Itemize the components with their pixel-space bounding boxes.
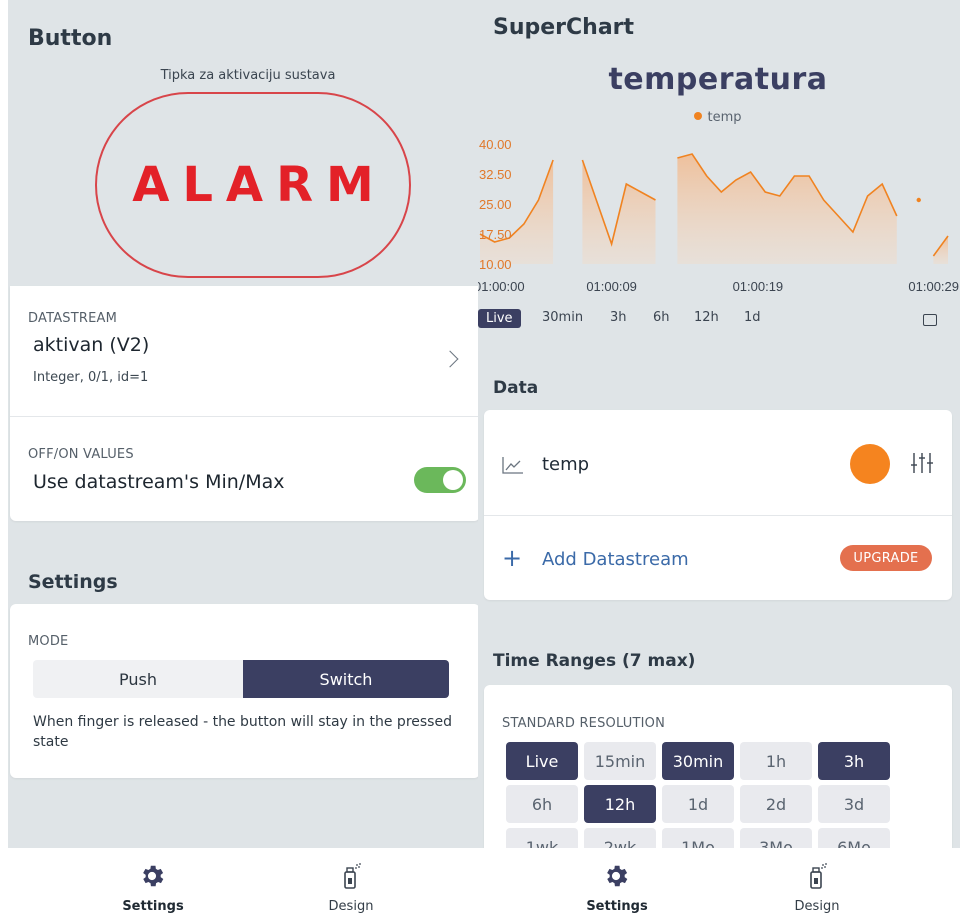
datastream-value: aktivan (V2) — [33, 334, 150, 356]
legend-swatch — [694, 112, 703, 120]
y-tick-label: 10.00 — [479, 257, 512, 272]
settings-title: Settings — [28, 571, 118, 593]
tab-settings-label: Settings — [586, 899, 648, 914]
add-datastream-label: Add Datastream — [542, 549, 689, 570]
gear-icon — [607, 865, 628, 887]
time-ranges-title: Time Ranges (7 max) — [493, 651, 696, 671]
offon-value: Use datastream's Min/Max — [33, 471, 285, 493]
toggle-knob — [443, 470, 463, 490]
minmax-toggle[interactable] — [414, 467, 466, 493]
offon-label: OFF/ON VALUES — [28, 447, 134, 462]
range-tab-live[interactable]: Live — [478, 309, 521, 328]
x-tick-label: 01:00:09 — [586, 279, 637, 294]
page-title: SuperChart — [493, 15, 635, 40]
datastream-row[interactable]: DATASTREAM aktivan (V2) Integer, 0/1, id… — [10, 286, 480, 416]
time-range-chip[interactable]: 12h — [584, 785, 656, 823]
add-datastream-button[interactable]: + Add Datastream — [484, 516, 824, 600]
time-range-chip[interactable]: 3d — [818, 785, 890, 823]
spray-can-icon — [344, 863, 361, 889]
series-area-segment-2 — [677, 154, 897, 264]
sliders-icon[interactable] — [910, 450, 934, 476]
resolution-label: STANDARD RESOLUTION — [502, 716, 666, 731]
superchart-settings-panel: SuperChart temperatura temp 40.00 32.50 25… — [478, 0, 960, 919]
range-tab-6h[interactable]: 6h — [653, 310, 670, 325]
time-range-chip[interactable]: 1d — [662, 785, 734, 823]
series-point — [916, 197, 921, 203]
datastream-card: DATASTREAM aktivan (V2) Integer, 0/1, id… — [10, 286, 480, 521]
time-range-chip[interactable]: 2d — [740, 785, 812, 823]
chart-legend: temp — [478, 110, 958, 125]
datastream-meta: Integer, 0/1, id=1 — [33, 370, 149, 385]
bottom-tabbar-right: Settings Design — [478, 848, 960, 919]
datastream-name: temp — [542, 454, 590, 475]
data-card: temp + Add Datastream UPGRADE — [484, 410, 952, 600]
mode-label: MODE — [28, 634, 69, 649]
spray-can-icon — [810, 863, 827, 889]
x-tick-label: 01:00:29 — [908, 279, 959, 294]
chart-title: temperatura — [608, 62, 828, 97]
series-color-swatch[interactable] — [850, 444, 890, 484]
gear-icon — [143, 865, 164, 887]
time-range-chip[interactable]: 6h — [506, 785, 578, 823]
tab-settings-label: Settings — [122, 899, 184, 914]
mode-description: When finger is released - the button wil… — [33, 714, 452, 750]
range-tab-30min[interactable]: 30min — [542, 310, 583, 325]
legend-label: temp — [707, 110, 742, 125]
range-tab-1d[interactable]: 1d — [744, 310, 761, 325]
alarm-label: ALARM — [132, 157, 387, 213]
y-tick-label: 17.50 — [479, 227, 512, 242]
chevron-right-icon — [441, 350, 459, 368]
upgrade-badge[interactable]: UPGRADE — [840, 545, 932, 571]
bottom-tabbar-left: Settings Design — [8, 848, 478, 919]
chart-canvas: 40.00 32.50 25.00 17.50 10.00 01:00:00 01:00:0… — [478, 137, 959, 294]
expand-icon[interactable] — [923, 314, 937, 326]
alarm-button[interactable]: ALARM — [95, 92, 411, 278]
tab-design[interactable]: Design — [276, 848, 426, 919]
range-tab-12h[interactable]: 12h — [694, 310, 719, 325]
datastream-label: DATASTREAM — [28, 311, 118, 326]
data-title: Data — [493, 378, 539, 398]
tab-settings[interactable]: Settings — [78, 848, 228, 919]
mode-switch-button[interactable]: Switch — [243, 660, 449, 698]
page-title: Button — [28, 26, 113, 51]
tab-settings[interactable]: Settings — [542, 848, 692, 919]
tab-design[interactable]: Design — [742, 848, 892, 919]
range-tab-3h[interactable]: 3h — [610, 310, 627, 325]
x-tick-label: 01:00:19 — [733, 279, 784, 294]
y-tick-label: 40.00 — [479, 137, 512, 152]
x-tick-label: 01:00:00 — [478, 279, 525, 294]
y-tick-label: 25.00 — [479, 197, 512, 212]
tab-design-label: Design — [328, 899, 374, 914]
tab-design-label: Design — [794, 899, 840, 914]
mode-push-button[interactable]: Push — [33, 660, 243, 698]
time-range-chip[interactable]: 1h — [740, 742, 812, 780]
time-range-chip[interactable]: 3h — [818, 742, 890, 780]
time-range-chip[interactable]: 15min — [584, 742, 656, 780]
alarm-caption: Tipka za aktivaciju sustava — [160, 68, 336, 83]
time-range-chip[interactable]: 30min — [662, 742, 734, 780]
plus-icon: + — [502, 544, 523, 572]
line-chart-icon — [502, 457, 523, 474]
divider — [10, 416, 480, 417]
y-tick-label: 32.50 — [479, 167, 512, 182]
time-range-chip[interactable]: Live — [506, 742, 578, 780]
